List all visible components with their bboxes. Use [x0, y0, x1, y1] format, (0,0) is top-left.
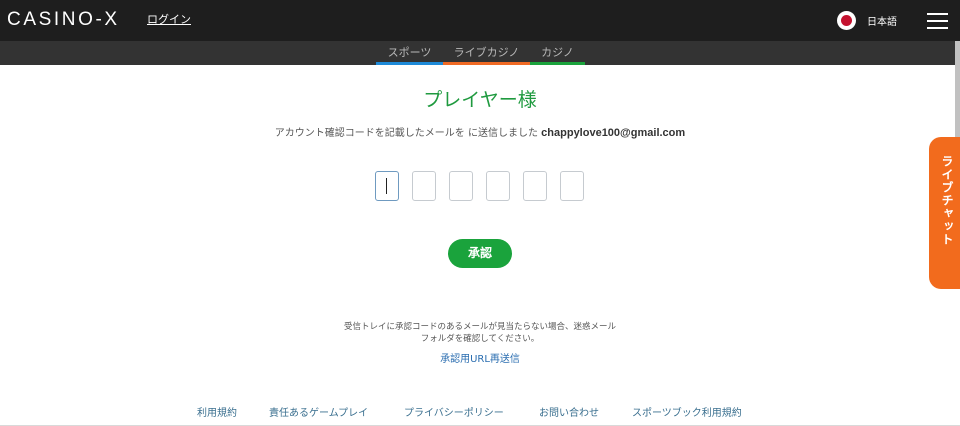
footer-link-terms[interactable]: 利用規約 [197, 407, 237, 421]
footer-link-responsible-gaming[interactable]: 責任あるゲームプレイ [269, 407, 368, 421]
japan-flag-icon [837, 10, 856, 30]
hamburger-menu-icon[interactable] [927, 12, 948, 29]
spam-folder-hint: 受信トレイに承認コードのあるメールが見当たらない場合、迷惑メールフォルダを確認し… [343, 322, 616, 344]
resend-row: 承認用URL再送信 [0, 353, 960, 367]
tab-casino[interactable]: カジノ [530, 41, 585, 65]
casino-x-logo[interactable]: CASINO-X [7, 9, 120, 31]
code-digit-4-input[interactable] [486, 171, 510, 201]
code-digit-5-input[interactable] [523, 171, 547, 201]
sub-navigation: スポーツ ライブカジノ カジノ [0, 41, 960, 65]
code-digit-1-input[interactable] [375, 171, 399, 201]
footer-links: 利用規約 責任あるゲームプレイ プライバシーポリシー お問い合わせ スポーツブッ… [0, 407, 960, 421]
sent-message-text: アカウント確認コードを記載したメールを に送信しました [274, 128, 538, 139]
text-caret [386, 178, 387, 194]
footer-link-privacy-policy[interactable]: プライバシーポリシー [404, 407, 504, 421]
sent-message: アカウント確認コードを記載したメールを に送信しました chappylove10… [0, 126, 960, 141]
footer-link-contact[interactable]: お問い合わせ [539, 407, 599, 421]
login-link[interactable]: ログイン [147, 13, 191, 27]
code-digit-6-input[interactable] [560, 171, 584, 201]
top-bar: CASINO-X ログイン 日本語 [0, 0, 960, 41]
live-chat-tab[interactable]: ライブチャット [929, 137, 960, 289]
approve-button[interactable]: 承認 [448, 239, 512, 268]
footer-link-sportsbook-terms[interactable]: スポーツブック利用規約 [632, 407, 742, 421]
language-label: 日本語 [867, 16, 897, 28]
code-digit-3-input[interactable] [449, 171, 473, 201]
page-title: プレイヤー様 [423, 89, 537, 111]
code-digit-2-input[interactable] [412, 171, 436, 201]
tab-sports[interactable]: スポーツ [376, 41, 443, 65]
language-selector[interactable]: 日本語 [837, 10, 897, 30]
resend-url-link[interactable]: 承認用URL再送信 [440, 354, 520, 365]
live-chat-label: ライブチャット [940, 155, 954, 246]
email-address: chappylove100@gmail.com [541, 127, 686, 139]
tab-live-casino[interactable]: ライブカジノ [443, 41, 530, 65]
